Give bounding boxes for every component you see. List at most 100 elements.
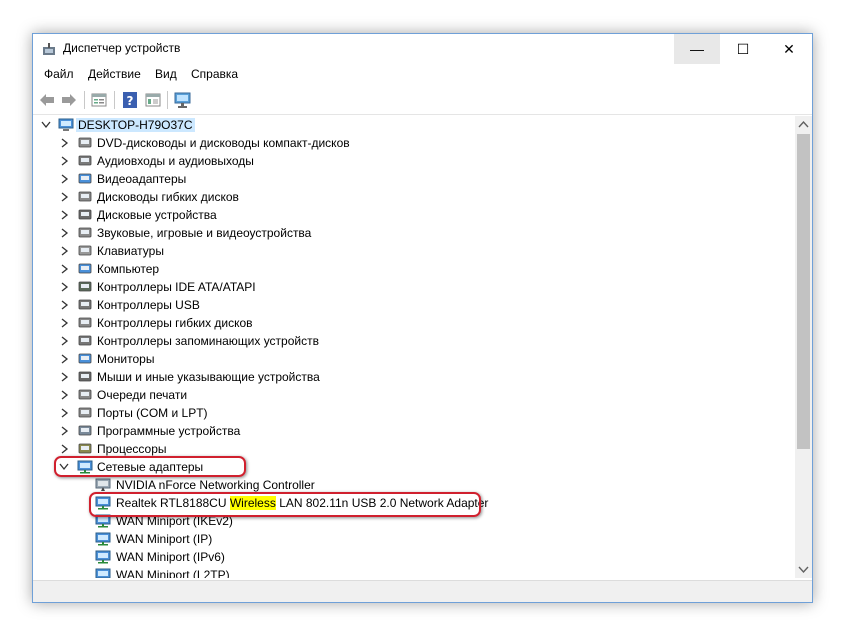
monitor-icon: [78, 353, 92, 364]
tree-category-label: Видеоадаптеры: [97, 172, 187, 186]
network-adapter-icon: [95, 568, 111, 578]
tree-category-network[interactable]: Сетевые адаптеры: [33, 458, 795, 476]
tree-category[interactable]: Контроллеры гибких дисков: [33, 314, 795, 332]
close-button[interactable]: ✕: [766, 34, 812, 64]
vertical-scrollbar[interactable]: [795, 116, 812, 578]
chevron-down-icon[interactable]: [41, 119, 51, 131]
tree-category-label: Дисководы гибких дисков: [97, 190, 239, 204]
scroll-down-arrow-icon[interactable]: [795, 561, 812, 578]
status-bar: [33, 580, 812, 602]
chevron-right-icon[interactable]: [59, 317, 69, 329]
chevron-down-icon[interactable]: [59, 461, 69, 473]
chevron-right-icon[interactable]: [59, 227, 69, 239]
scroll-up-arrow-icon[interactable]: [795, 116, 812, 133]
device-label-part: LAN 802.11n USB 2.0 Network Adapter: [275, 496, 489, 510]
tree-device-wan-ipv6[interactable]: WAN Miniport (IPv6): [33, 548, 795, 566]
tree-category[interactable]: Видеоадаптеры: [33, 170, 795, 188]
chevron-right-icon[interactable]: [59, 209, 69, 221]
device-label: NVIDIA nForce Networking Controller: [116, 478, 315, 492]
storage-controller-icon: [78, 335, 92, 346]
tree-device-realtek[interactable]: Realtek RTL8188CU Wireless LAN 802.11n U…: [33, 494, 795, 512]
tree-category-label: Клавиатуры: [97, 244, 164, 258]
tree-category[interactable]: Контроллеры запоминающих устройств: [33, 332, 795, 350]
tree-category-label: Контроллеры USB: [97, 298, 200, 312]
dvd-drive-icon: [78, 137, 92, 148]
tree-device-wan-l2tp[interactable]: WAN Miniport (L2TP): [33, 566, 795, 578]
tree-category-label: Порты (COM и LPT): [97, 406, 208, 420]
tree-category-label: Очереди печати: [97, 388, 188, 402]
tree-category[interactable]: Очереди печати: [33, 386, 795, 404]
forward-arrow-icon[interactable]: [60, 91, 78, 109]
tree-category[interactable]: Аудиовходы и аудиовыходы: [33, 152, 795, 170]
svg-text:?: ?: [127, 94, 134, 108]
tree-category-label: Контроллеры запоминающих устройств: [97, 334, 319, 348]
tree-category-label: Сетевые адаптеры: [97, 460, 204, 474]
menu-action[interactable]: Действие: [88, 67, 141, 81]
chevron-right-icon[interactable]: [59, 425, 69, 437]
tree-category-label: Дисковые устройства: [97, 208, 217, 222]
device-tree[interactable]: DESKTOP-H79O37C DVD-дисководы и дисковод…: [33, 116, 795, 578]
chevron-right-icon[interactable]: [59, 173, 69, 185]
tree-category[interactable]: Компьютер: [33, 260, 795, 278]
tree-category[interactable]: Порты (COM и LPT): [33, 404, 795, 422]
toolbar-separator: [167, 91, 168, 109]
floppy-controller-icon: [78, 317, 92, 328]
device-label: Realtek RTL8188CU Wireless LAN 802.11n U…: [116, 496, 488, 510]
chevron-right-icon[interactable]: [59, 335, 69, 347]
floppy-drive-icon: [78, 191, 92, 202]
tree-category[interactable]: Контроллеры IDE ATA/ATAPI: [33, 278, 795, 296]
tree-category[interactable]: Мониторы: [33, 350, 795, 368]
tree-category-label: Звуковые, игровые и видеоустройства: [97, 226, 312, 240]
audio-io-icon: [78, 155, 92, 166]
scrollbar-thumb[interactable]: [797, 134, 810, 449]
chevron-right-icon[interactable]: [59, 281, 69, 293]
chevron-right-icon[interactable]: [59, 137, 69, 149]
properties-icon[interactable]: [90, 91, 108, 109]
tree-category-label: Мониторы: [97, 352, 155, 366]
menu-file[interactable]: Файл: [44, 67, 74, 81]
chevron-right-icon[interactable]: [59, 263, 69, 275]
tree-device-nvidia[interactable]: NVIDIA nForce Networking Controller: [33, 476, 795, 494]
tree-category-label: Процессоры: [97, 442, 167, 456]
scan-hardware-icon[interactable]: [174, 91, 192, 109]
view-details-icon[interactable]: [144, 91, 162, 109]
menu-help[interactable]: Справка: [191, 67, 238, 81]
network-adapter-icon: [95, 496, 111, 510]
chevron-right-icon[interactable]: [59, 443, 69, 455]
chevron-right-icon[interactable]: [59, 407, 69, 419]
help-icon[interactable]: ?: [121, 91, 139, 109]
tree-category[interactable]: Процессоры: [33, 440, 795, 458]
back-arrow-icon[interactable]: [38, 91, 56, 109]
tree-category[interactable]: Дисководы гибких дисков: [33, 188, 795, 206]
chevron-right-icon[interactable]: [59, 155, 69, 167]
minimize-button[interactable]: —: [674, 34, 720, 64]
window-title: Диспетчер устройств: [63, 41, 181, 55]
chevron-right-icon[interactable]: [59, 353, 69, 365]
tree-root[interactable]: DESKTOP-H79O37C: [33, 116, 795, 134]
tree-category-label: Мыши и иные указывающие устройства: [97, 370, 320, 384]
tree-category[interactable]: Контроллеры USB: [33, 296, 795, 314]
maximize-button[interactable]: ☐: [720, 34, 766, 64]
chevron-right-icon[interactable]: [59, 389, 69, 401]
tree-category[interactable]: Клавиатуры: [33, 242, 795, 260]
tree-category[interactable]: Программные устройства: [33, 422, 795, 440]
tree-category[interactable]: Мыши и иные указывающие устройства: [33, 368, 795, 386]
chevron-right-icon[interactable]: [59, 191, 69, 203]
tree-device-wan-ip[interactable]: WAN Miniport (IP): [33, 530, 795, 548]
close-icon: ✕: [783, 41, 795, 57]
tree-category[interactable]: DVD-дисководы и дисководы компакт-дисков: [33, 134, 795, 152]
network-adapter-icon: [95, 550, 111, 564]
chevron-right-icon[interactable]: [59, 299, 69, 311]
tree-category-label: Контроллеры IDE ATA/ATAPI: [97, 280, 256, 294]
tree-device-wan-ikev2[interactable]: WAN Miniport (IKEv2): [33, 512, 795, 530]
disk-drive-icon: [78, 209, 92, 220]
chevron-right-icon[interactable]: [59, 245, 69, 257]
chevron-right-icon[interactable]: [59, 371, 69, 383]
device-label: WAN Miniport (IP): [116, 532, 213, 546]
tree-category[interactable]: Звуковые, игровые и видеоустройства: [33, 224, 795, 242]
sound-device-icon: [78, 227, 92, 238]
menu-view[interactable]: Вид: [155, 67, 177, 81]
network-adapter-icon: [95, 514, 111, 528]
tree-category[interactable]: Дисковые устройства: [33, 206, 795, 224]
computer-icon: [58, 118, 74, 131]
